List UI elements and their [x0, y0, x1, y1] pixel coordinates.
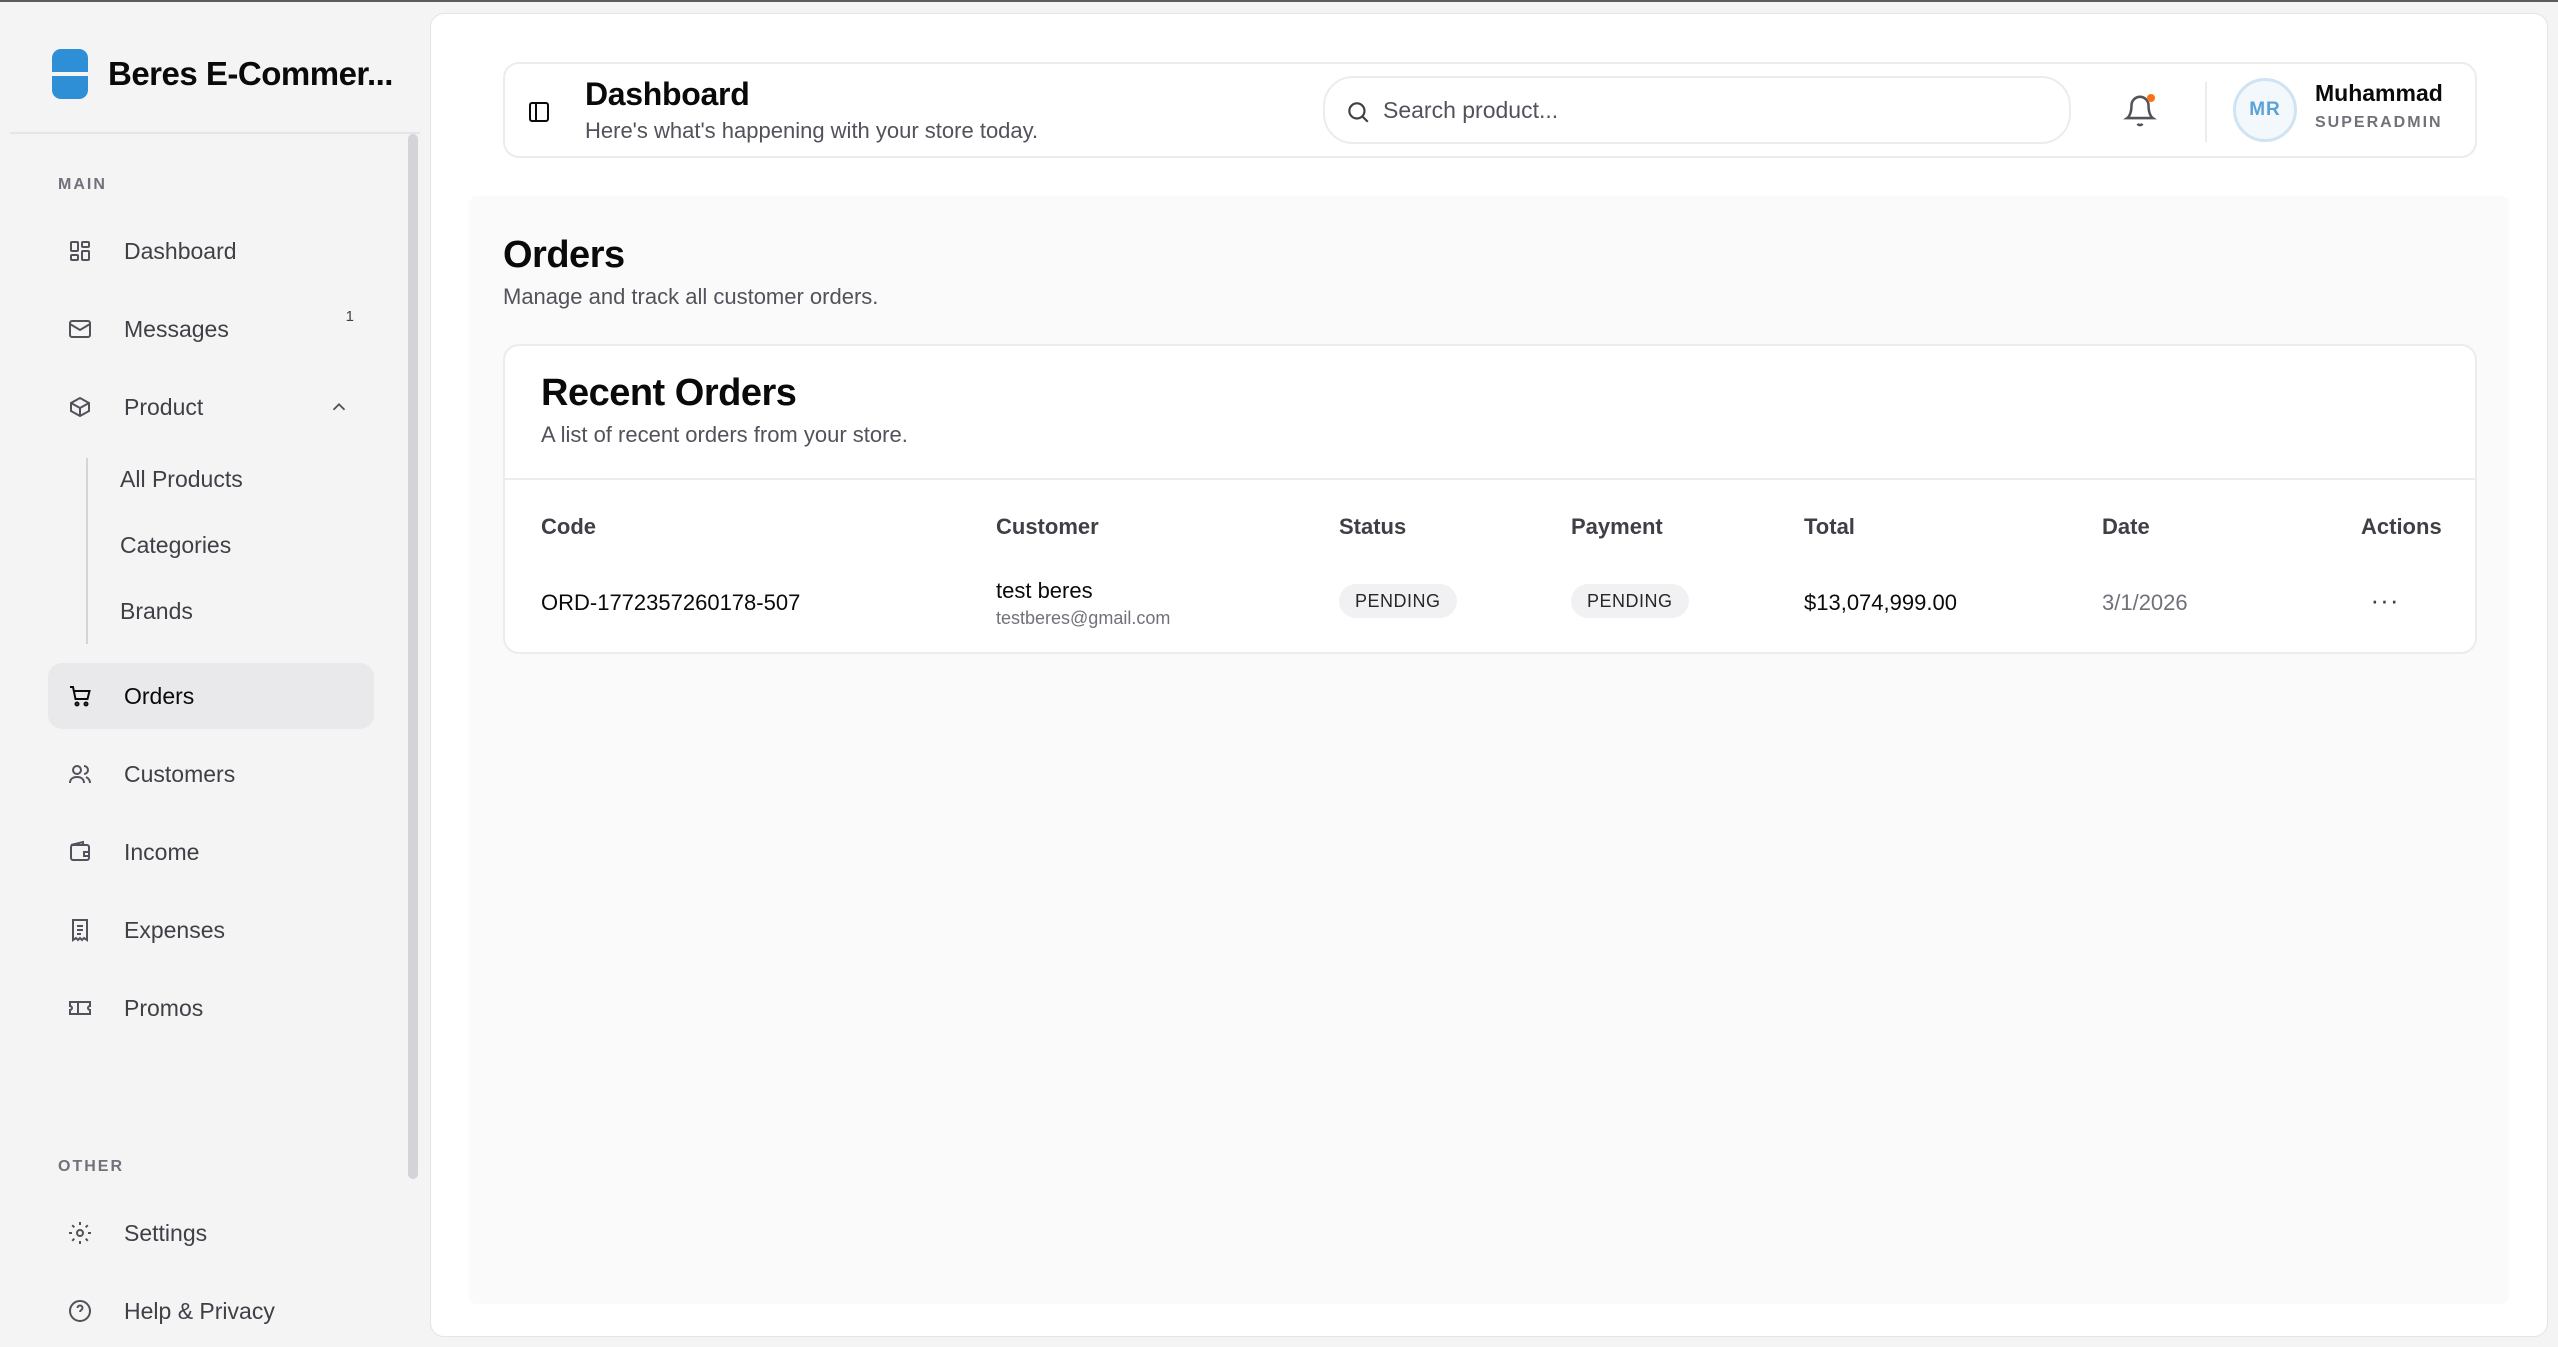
order-date: 3/1/2026 — [2102, 590, 2188, 615]
user-role: SUPERADMIN — [2315, 114, 2443, 131]
customer-name: test beres — [996, 578, 1093, 603]
sidebar-item-promos[interactable]: Promos — [48, 975, 374, 1041]
sidebar-item-expenses[interactable]: Expenses — [48, 897, 374, 963]
order-code: ORD-1772357260178-507 — [541, 590, 801, 615]
customer-email: testberes@gmail.com — [996, 608, 1171, 628]
sidebar-item-help-privacy[interactable]: Help & Privacy — [48, 1278, 374, 1344]
sidebar-divider — [10, 132, 420, 134]
users-icon — [69, 765, 91, 784]
header-divider — [2205, 82, 2207, 142]
chevron-up-icon[interactable] — [328, 396, 350, 418]
sidebar-item-label: Promos — [124, 994, 204, 1021]
section-label-main: MAIN — [58, 176, 107, 193]
package-icon — [70, 396, 90, 418]
main-panel: Dashboard Here's what's happening with y… — [430, 13, 2548, 1337]
sidebar-item-label: Expenses — [124, 916, 226, 943]
section-label-other: OTHER — [58, 1158, 124, 1175]
sidebar-item-settings[interactable]: Settings — [48, 1200, 374, 1266]
card-subtitle: A list of recent orders from your store. — [541, 422, 908, 447]
grid-icon — [70, 241, 90, 261]
sidebar-toggle-icon[interactable] — [527, 100, 551, 124]
wallet-icon — [70, 840, 90, 861]
user-name[interactable]: Muhammad — [2315, 80, 2443, 107]
avatar[interactable]: MR — [2233, 78, 2297, 142]
ticket-icon — [69, 1001, 91, 1015]
notification-dot — [2147, 94, 2155, 102]
sidebar-item-product[interactable]: Product — [48, 374, 374, 440]
brand-logo-icon — [52, 49, 88, 99]
sidebar-item-label: Orders — [124, 682, 195, 709]
header-title: Dashboard — [585, 76, 750, 112]
column-header-code: Code — [541, 514, 596, 539]
sidebar: Beres E-Commer... MAIN Dashboard Message… — [0, 2, 430, 1347]
search-icon — [1348, 102, 1369, 123]
content-area: Orders Manage and track all customer ord… — [469, 196, 2509, 1304]
payment-badge: PENDING — [1571, 584, 1689, 618]
submenu-guide-line — [86, 458, 88, 644]
sidebar-item-messages[interactable]: Messages 1 — [48, 296, 374, 362]
brand[interactable]: Beres E-Commer... — [52, 48, 393, 100]
sidebar-item-label: Customers — [124, 760, 236, 787]
sidebar-item-dashboard[interactable]: Dashboard — [48, 218, 374, 284]
sidebar-subitem-all-products[interactable]: All Products — [120, 466, 243, 493]
page-title: Orders — [503, 234, 625, 276]
sidebar-item-label: Income — [124, 838, 200, 865]
column-header-payment: Payment — [1571, 514, 1663, 539]
sidebar-item-label: Settings — [124, 1219, 208, 1246]
column-header-actions: Actions — [2361, 514, 2442, 539]
page-subtitle: Manage and track all customer orders. — [503, 284, 879, 309]
column-header-status: Status — [1339, 514, 1407, 539]
top-header: Dashboard Here's what's happening with y… — [503, 62, 2477, 158]
column-header-customer: Customer — [996, 514, 1099, 539]
card-divider — [505, 478, 2475, 480]
card-title: Recent Orders — [541, 372, 797, 414]
mail-icon — [69, 320, 91, 338]
column-header-total: Total — [1804, 514, 1855, 539]
search-input[interactable] — [1383, 90, 2043, 130]
column-header-date: Date — [2102, 514, 2150, 539]
sidebar-subitem-categories[interactable]: Categories — [120, 532, 231, 559]
brand-name: Beres E-Commer... — [108, 55, 393, 92]
search-box[interactable] — [1323, 76, 2071, 144]
messages-count-badge: 1 — [345, 308, 354, 325]
sidebar-item-label: Product — [124, 393, 204, 420]
sidebar-scrollbar[interactable] — [408, 134, 418, 1179]
sidebar-item-customers[interactable]: Customers — [48, 741, 374, 807]
header-subtitle: Here's what's happening with your store … — [585, 118, 1039, 143]
recent-orders-card: Recent Orders A list of recent orders fr… — [503, 344, 2477, 654]
help-icon — [69, 1300, 91, 1322]
sidebar-item-income[interactable]: Income — [48, 819, 374, 885]
gear-icon — [69, 1222, 91, 1244]
receipt-icon — [72, 919, 88, 942]
row-actions-button[interactable]: ··· — [2363, 582, 2407, 618]
sidebar-subitem-brands[interactable]: Brands — [120, 598, 193, 625]
status-badge: PENDING — [1339, 584, 1457, 618]
sidebar-item-label: Messages — [124, 315, 229, 342]
sidebar-item-orders[interactable]: Orders — [48, 663, 374, 729]
cart-icon — [70, 686, 91, 707]
sidebar-item-label: Dashboard — [124, 237, 237, 264]
sidebar-item-label: Help & Privacy — [124, 1297, 275, 1324]
order-total: $13,074,999.00 — [1804, 590, 1957, 615]
